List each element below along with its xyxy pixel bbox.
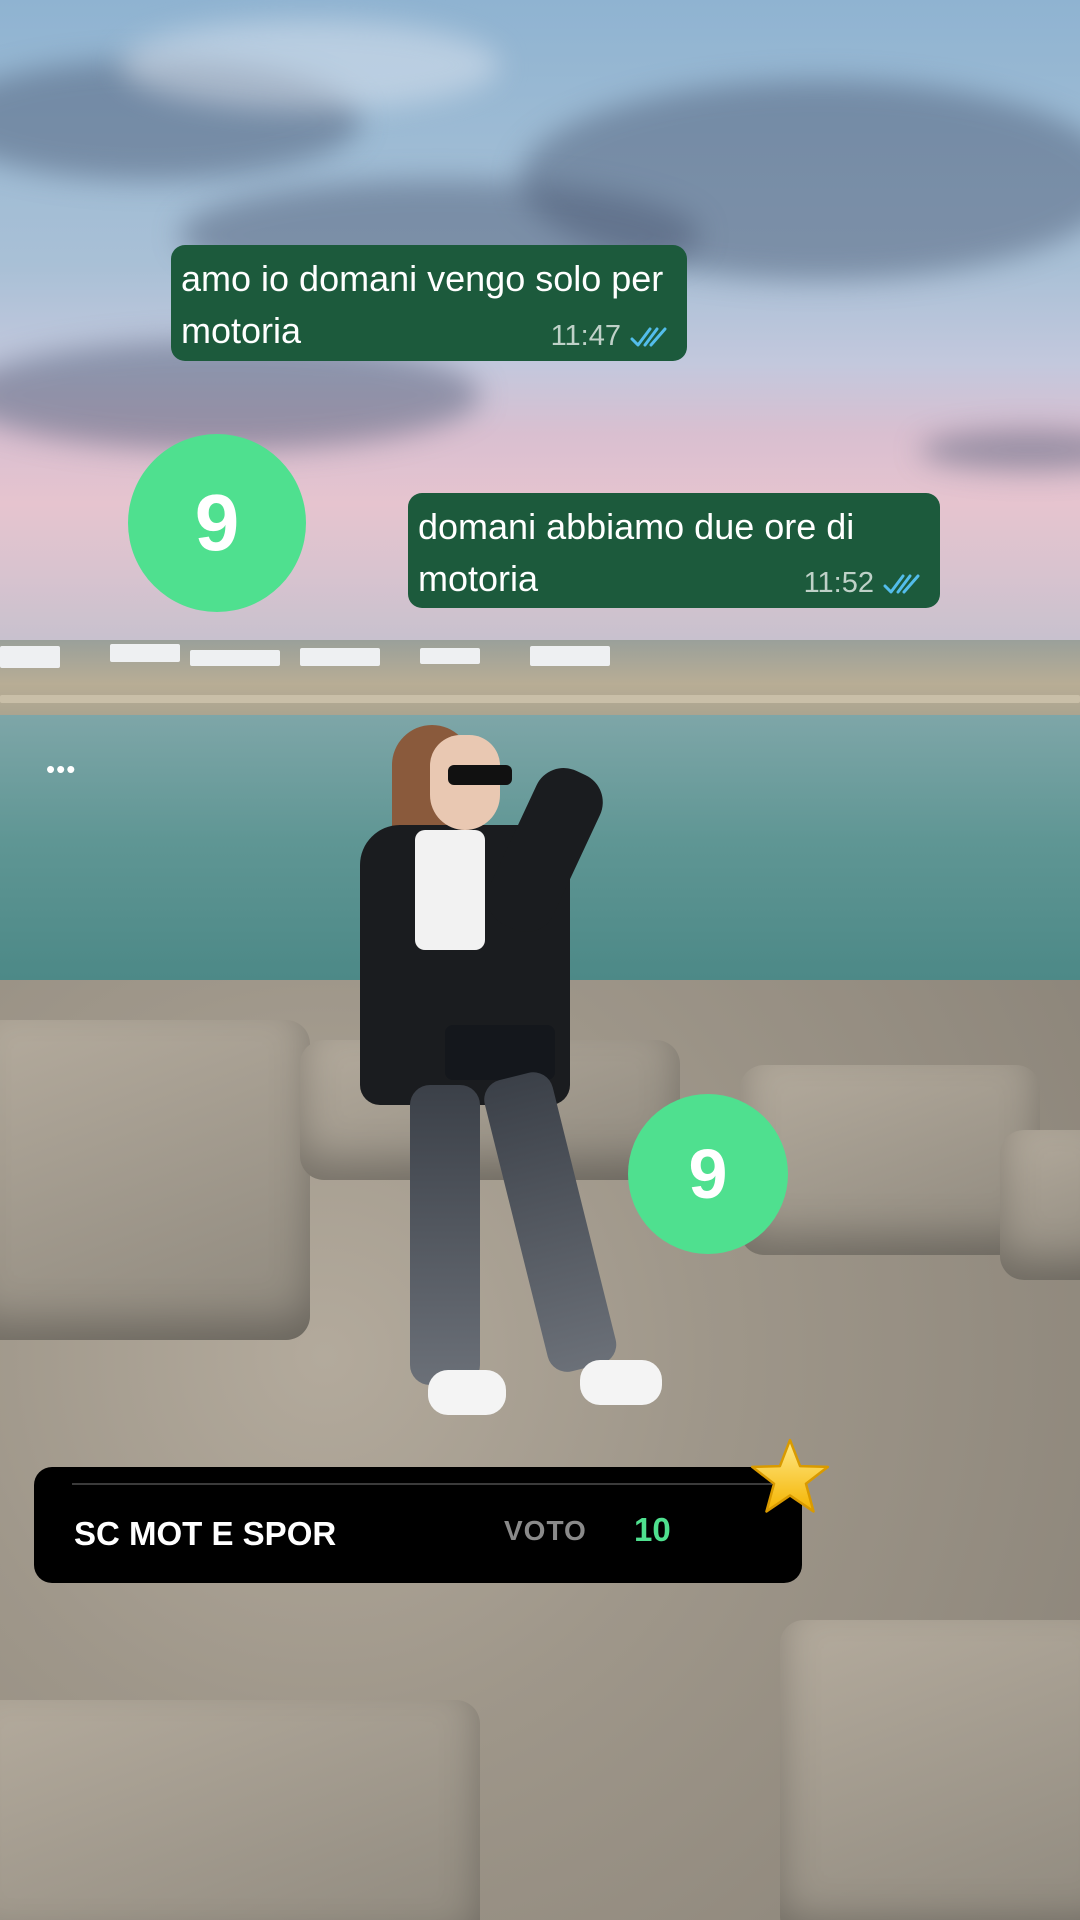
star-icon [750, 1438, 830, 1513]
more-options-icon[interactable]: ••• [46, 756, 76, 782]
grade-badge-value: 9 [194, 478, 240, 567]
grade-badge: 9 [128, 434, 306, 612]
subject-label: SC MOT E SPOR [74, 1515, 337, 1552]
grade-card: SC MOT E SPOR VOTO 10 [34, 1467, 802, 1583]
grade-badge: 9 [628, 1094, 788, 1254]
chat-message-time: 11:52 [803, 567, 874, 599]
read-double-check-icon [630, 327, 667, 346]
grade-value: 10 [634, 1511, 671, 1548]
read-double-check-icon [883, 574, 920, 593]
grade-card-divider [72, 1483, 772, 1485]
person [340, 705, 700, 1425]
chat-message[interactable]: amo io domani vengo solo per motoria 11:… [171, 245, 687, 361]
chat-message[interactable]: domani abbiamo due ore di motoria 11:52 [408, 493, 940, 608]
chat-message-time: 11:47 [550, 320, 621, 352]
grade-badge-value: 9 [688, 1135, 728, 1213]
grade-label: VOTO [504, 1515, 587, 1546]
